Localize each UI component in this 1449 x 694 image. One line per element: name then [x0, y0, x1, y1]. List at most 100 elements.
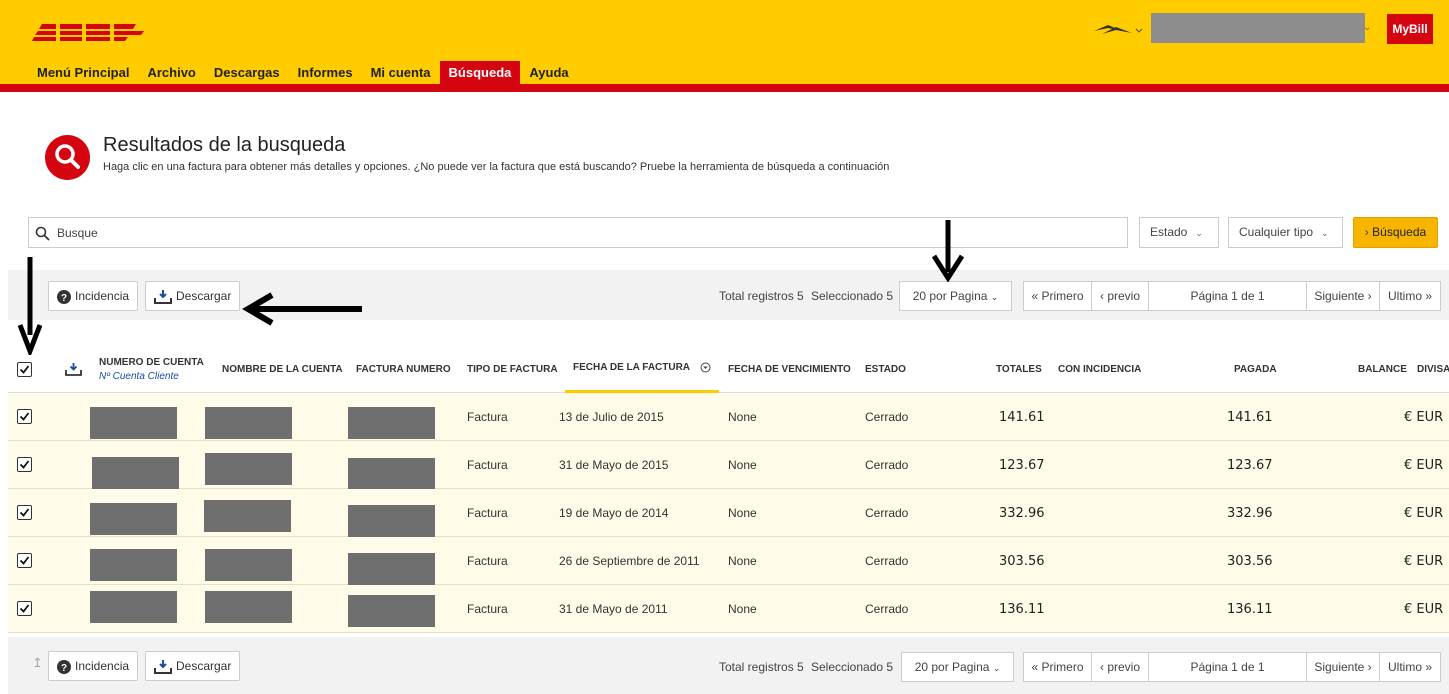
prev-page-button[interactable]: ‹ previo — [1091, 281, 1149, 311]
cell-pagada: 136.11 — [1227, 601, 1273, 617]
nav-item-archivo[interactable]: Archivo — [138, 61, 204, 84]
chevron-down-icon: ⌄ — [990, 292, 999, 302]
col-factura-numero[interactable]: FACTURA NUMERO — [356, 345, 451, 393]
descargar-label: Descargar — [176, 659, 232, 673]
cell-tipo: Factura — [467, 602, 508, 616]
dhl-bird-icon — [1094, 25, 1143, 34]
descargar-button[interactable]: Descargar — [145, 281, 241, 311]
per-page-dropdown[interactable]: 20 por Pagina ⌄ — [901, 652, 1014, 682]
redacted-invoice-number — [348, 407, 435, 439]
cell-vencimiento: None — [728, 506, 757, 520]
last-page-button[interactable]: Ultimo » — [1379, 281, 1441, 311]
cell-pagada: 303.56 — [1227, 553, 1273, 569]
page-indicator: Página 1 de 1 — [1148, 281, 1307, 311]
per-page-label: 20 por Pagina — [912, 289, 988, 303]
nav-item-informes[interactable]: Informes — [289, 61, 362, 84]
nav-item-mi-cuenta[interactable]: Mi cuenta — [362, 61, 440, 84]
incidencia-label: Incidencia — [75, 659, 130, 673]
page-indicator: Página 1 de 1 — [1148, 652, 1307, 682]
per-page-label: 20 por Pagina — [914, 660, 990, 674]
page-subtitle: Haga clic en una factura para obtener má… — [103, 161, 890, 173]
incidencia-button[interactable]: ? Incidencia — [48, 281, 139, 311]
select-all-checkbox[interactable] — [17, 362, 32, 377]
annotation-arrow-left-icon — [242, 292, 362, 326]
cell-fecha: 31 de Mayo de 2011 — [559, 602, 668, 616]
descargar-label: Descargar — [176, 289, 232, 303]
mybill-button[interactable]: MyBill — [1387, 14, 1433, 44]
tipo-dropdown[interactable]: Cualquier tipo ⌄ — [1228, 217, 1343, 248]
download-icon — [154, 659, 172, 674]
col-balance[interactable]: BALANCE — [1358, 345, 1407, 393]
table-row[interactable]: Factura 19 de Mayo de 2014 None Cerrado … — [8, 489, 1449, 537]
col-fecha-vencimiento[interactable]: FECHA DE VENCIMIENTO — [728, 345, 851, 393]
sort-icon[interactable] — [700, 362, 711, 373]
redacted-account-number — [90, 591, 177, 623]
row-checkbox[interactable] — [17, 601, 32, 616]
nav-item-busqueda[interactable]: Búsqueda — [439, 61, 521, 84]
nav-item-ayuda[interactable]: Ayuda — [520, 61, 577, 84]
dhl-logo[interactable] — [32, 20, 144, 44]
cell-vencimiento: None — [728, 458, 757, 472]
per-page-dropdown[interactable]: 20 por Pagina ⌄ — [899, 281, 1012, 311]
col-divisa[interactable]: DIVISA — [1417, 345, 1449, 393]
cell-estado: Cerrado — [865, 410, 909, 424]
row-checkbox[interactable] — [17, 457, 32, 472]
col-estado[interactable]: ESTADO — [865, 345, 906, 393]
download-column-icon[interactable] — [65, 363, 82, 376]
cell-fecha: 31 de Mayo de 2015 — [559, 458, 669, 472]
estado-dropdown-label: Estado — [1150, 225, 1188, 239]
table-row[interactable]: Factura 13 de Julio de 2015 None Cerrado… — [8, 393, 1449, 441]
nav-item-descargas[interactable]: Descargas — [205, 61, 289, 84]
table-row[interactable]: Factura 26 de Septiembre de 2011 None Ce… — [8, 537, 1449, 585]
redacted-invoice-number — [348, 458, 435, 490]
first-page-button[interactable]: « Primero — [1023, 281, 1092, 311]
redacted-account-name — [205, 453, 292, 485]
last-page-button[interactable]: Ultimo » — [1379, 652, 1441, 682]
cell-vencimiento: None — [728, 410, 757, 424]
first-page-button[interactable]: « Primero — [1023, 652, 1092, 682]
cell-tipo: Factura — [467, 554, 508, 568]
col-fecha-factura[interactable]: FECHA DE LA FACTURA — [565, 345, 719, 393]
col-pagada[interactable]: PAGADA — [1234, 345, 1277, 393]
cell-divisa: € EUR — [1404, 409, 1444, 425]
svg-text:?: ? — [61, 663, 67, 674]
redacted-account-name — [205, 549, 292, 581]
redacted-account-number — [90, 549, 177, 581]
col-totales[interactable]: TOTALES — [996, 345, 1042, 393]
col-con-incidencia[interactable]: CON INCIDENCIA — [1058, 345, 1141, 393]
cell-divisa: € EUR — [1404, 601, 1444, 617]
cell-vencimiento: None — [728, 554, 757, 568]
chevron-down-icon[interactable]: ⌄ — [1363, 22, 1371, 33]
magnifier-icon — [35, 226, 50, 241]
next-page-button[interactable]: Siguiente › — [1306, 281, 1380, 311]
total-records: Total registros 5 — [719, 289, 804, 303]
row-checkbox[interactable] — [17, 553, 32, 568]
nav-item-menu-principal[interactable]: Menú Principal — [28, 61, 138, 84]
row-checkbox[interactable] — [17, 505, 32, 520]
table-row[interactable]: Factura 31 de Mayo de 2015 None Cerrado … — [8, 441, 1449, 490]
redacted-invoice-number — [348, 595, 435, 627]
incidencia-button[interactable]: ? Incidencia — [48, 651, 139, 681]
cell-tipo: Factura — [467, 458, 508, 472]
total-records: Total registros 5 — [719, 660, 804, 674]
row-checkbox[interactable] — [17, 409, 32, 424]
scroll-top-icon[interactable]: ↥ — [32, 655, 43, 671]
col-tipo-factura[interactable]: TIPO DE FACTURA — [467, 345, 558, 393]
search-button[interactable]: › Búsqueda — [1353, 217, 1438, 248]
annotation-arrow-down-icon — [18, 257, 42, 355]
table-row[interactable]: Factura 31 de Mayo de 2011 None Cerrado … — [8, 585, 1449, 633]
col-numero-cuenta[interactable]: NUMERO DE CUENTA Nº Cuenta Cliente — [99, 345, 204, 393]
redacted-invoice-number — [348, 553, 435, 585]
selected-count: Seleccionado 5 — [811, 660, 894, 674]
tipo-dropdown-label: Cualquier tipo — [1239, 225, 1314, 239]
prev-page-button[interactable]: ‹ previo — [1091, 652, 1149, 682]
next-page-button[interactable]: Siguiente › — [1306, 652, 1380, 682]
estado-dropdown[interactable]: Estado ⌄ — [1139, 217, 1219, 248]
cell-vencimiento: None — [728, 602, 757, 616]
descargar-button[interactable]: Descargar — [145, 651, 241, 681]
col-nombre-cuenta[interactable]: NOMBRE DE LA CUENTA — [222, 345, 343, 393]
account-selector[interactable] — [1151, 13, 1365, 43]
header-red-bar — [0, 84, 1449, 92]
cell-total: 332.96 — [999, 505, 1045, 521]
cell-fecha: 13 de Julio de 2015 — [559, 410, 664, 424]
